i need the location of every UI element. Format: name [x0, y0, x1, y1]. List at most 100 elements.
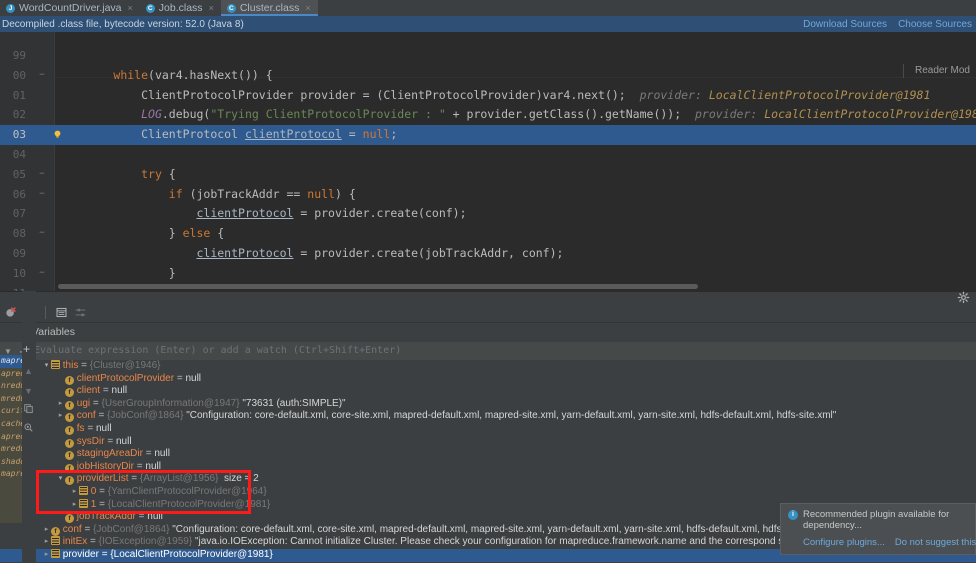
evaluate-expression-input[interactable]: Evaluate expression (Enter) or add a wat…	[30, 342, 976, 360]
variable-equals: =	[84, 523, 91, 535]
fold-toggle-icon[interactable]: −	[36, 185, 48, 205]
variable-row[interactable]: f clientProtocolProvider = null	[0, 373, 976, 386]
editor-tab-bar: J WordCountDriver.java × C Job.class × C…	[0, 0, 976, 16]
inspect-icon[interactable]	[23, 422, 34, 433]
code-line[interactable]: 09 clientProtocol = provider.create(jobT…	[0, 244, 976, 264]
tree-expand-arrow-icon[interactable]: ▸	[56, 398, 65, 411]
tree-expand-arrow-icon[interactable]: ▸	[56, 410, 65, 423]
variable-row[interactable]: ▸ 0 = {YarnClientProtocolProvider@1964}	[0, 485, 976, 499]
code-line[interactable]: 03 ClientProtocol clientProtocol = null;	[0, 125, 976, 145]
tree-expand-arrow-icon[interactable]: ▸	[42, 549, 51, 562]
variable-row[interactable]: ▸ f conf = {JobConf@1864} "Configuration:…	[0, 410, 976, 423]
decompiled-banner-text: Decompiled .class file, bytecode version…	[2, 18, 244, 30]
tree-expand-arrow-icon[interactable]: ▸	[42, 536, 51, 549]
code-line[interactable]: 07 clientProtocol = provider.create(conf…	[0, 204, 976, 224]
variable-ref: {Cluster@1946}	[89, 360, 161, 371]
evaluate-expression-icon[interactable]	[55, 306, 68, 319]
editor-horizontal-scrollbar[interactable]	[58, 284, 698, 289]
variable-row[interactable]: f stagingAreaDir = null	[0, 448, 976, 461]
tab-close-icon[interactable]: ×	[128, 3, 133, 13]
background-panel-sliver: mapreaprednredumreducurity)cache.apredmr…	[0, 355, 22, 523]
tab-close-icon[interactable]: ×	[305, 3, 310, 13]
background-text-fragment: apred	[1, 431, 22, 441]
copy-value-icon[interactable]	[23, 403, 34, 414]
code-text: clientProtocol = provider.create(jobTrac…	[196, 245, 564, 260]
line-number: 01	[12, 88, 26, 102]
variable-row[interactable]: ▾ f providerList = {ArrayList@1956} size …	[0, 473, 976, 486]
tree-expand-arrow-icon[interactable]: ▸	[70, 486, 79, 499]
variable-equals: =	[90, 536, 96, 548]
fold-toggle-icon[interactable]: −	[36, 165, 48, 185]
toolbar-divider	[45, 306, 46, 319]
background-text-fragment: curity)	[1, 406, 22, 416]
code-line[interactable]: 99	[0, 46, 976, 66]
line-number: 11	[0, 284, 26, 291]
code-text: }	[58, 265, 176, 280]
code-lines[interactable]: 99 00− while(var4.hasNext()) {01 ClientPr…	[0, 46, 976, 291]
line-number: 02	[12, 108, 26, 122]
object-icon	[79, 498, 88, 508]
settings-layout-icon[interactable]	[74, 306, 87, 319]
variable-name: initEx	[62, 536, 88, 548]
field-icon: f	[65, 413, 74, 423]
tree-expand-arrow-icon[interactable]: ▸	[42, 524, 51, 537]
line-number: 03	[12, 128, 26, 142]
background-text-fragment: mapre	[0, 355, 22, 368]
code-line[interactable]: 04	[0, 145, 976, 165]
variable-name: fs	[76, 422, 85, 434]
field-icon: f	[65, 388, 74, 398]
variable-row[interactable]: ▾ this = {Cluster@1946}	[0, 360, 976, 373]
editor-tab-wordcountdriver[interactable]: J WordCountDriver.java ×	[0, 0, 140, 16]
code-line[interactable]: 08− } else {	[0, 224, 976, 244]
code-line[interactable]: 00− while(var4.hasNext()) {	[0, 66, 976, 86]
variable-row[interactable]: f fs = null	[0, 423, 976, 436]
variable-value: null	[95, 422, 112, 434]
object-icon	[51, 360, 60, 369]
step-up-icon[interactable]: ▲	[24, 366, 33, 376]
step-down-icon[interactable]: ▼	[24, 386, 33, 396]
variable-equals: =	[81, 360, 87, 371]
variable-equals: =	[176, 372, 183, 384]
variable-name: 1	[90, 498, 97, 510]
decompiled-banner: Decompiled .class file, bytecode version…	[0, 16, 976, 32]
field-icon: f	[65, 463, 74, 473]
line-number: 00	[12, 68, 26, 82]
fold-toggle-icon[interactable]: −	[36, 264, 48, 284]
variable-row[interactable]: f jobHistoryDir = null	[0, 461, 976, 474]
field-icon: f	[65, 476, 74, 486]
choose-sources-link[interactable]: Choose Sources	[898, 19, 972, 30]
editor-tab-job-class[interactable]: C Job.class ×	[139, 0, 221, 16]
field-icon: f	[65, 400, 74, 410]
variable-row[interactable]: f sysDir = null	[0, 436, 976, 449]
add-watch-icon[interactable]: +	[23, 343, 30, 355]
debugger-toolbar	[0, 303, 976, 323]
tree-expand-arrow-icon[interactable]: ▾	[56, 473, 65, 486]
inline-debug-hint-label: provider:	[639, 87, 702, 102]
variable-value: null	[147, 511, 163, 523]
mute-breakpoints-icon[interactable]	[4, 306, 17, 319]
editor-tab-cluster-class[interactable]: C Cluster.class ×	[220, 0, 318, 16]
variable-row[interactable]: f client = null	[0, 385, 976, 398]
code-line[interactable]: 02 LOG.debug("Trying ClientProtocolProvi…	[0, 105, 976, 125]
variable-equals: =	[136, 460, 143, 472]
tab-close-icon[interactable]: ×	[209, 3, 214, 13]
code-line[interactable]: 10− }	[0, 264, 976, 284]
variable-equals: =	[92, 397, 99, 409]
line-number: 09	[12, 246, 26, 260]
code-line[interactable]: 01 ClientProtocolProvider provider = (Cl…	[0, 86, 976, 106]
variable-name: ugi	[76, 397, 91, 409]
code-line[interactable]: 06− if (jobTrackAddr == null) {	[0, 185, 976, 205]
download-sources-link[interactable]: Download Sources	[803, 19, 887, 30]
tree-expand-arrow-icon[interactable]: ▸	[70, 499, 79, 512]
code-line[interactable]: 05− try {	[0, 165, 976, 185]
do-not-suggest-link[interactable]: Do not suggest this plugin	[895, 537, 976, 548]
variable-row[interactable]: ▸ f ugi = {UserGroupInformation@1947} "73…	[0, 398, 976, 411]
tree-expand-arrow-icon[interactable]: ▾	[42, 360, 51, 373]
object-icon	[79, 485, 88, 495]
banner-links: Download Sources Choose Sources	[803, 19, 976, 30]
code-editor[interactable]: Reader Mod 99 00− while(var4.hasNext()) {…	[0, 32, 976, 291]
code-text: while(var4.hasNext()) {	[113, 67, 273, 82]
fold-toggle-icon[interactable]: −	[36, 66, 48, 86]
configure-plugins-link[interactable]: Configure plugins...	[803, 537, 885, 548]
fold-toggle-icon[interactable]: −	[36, 224, 48, 244]
